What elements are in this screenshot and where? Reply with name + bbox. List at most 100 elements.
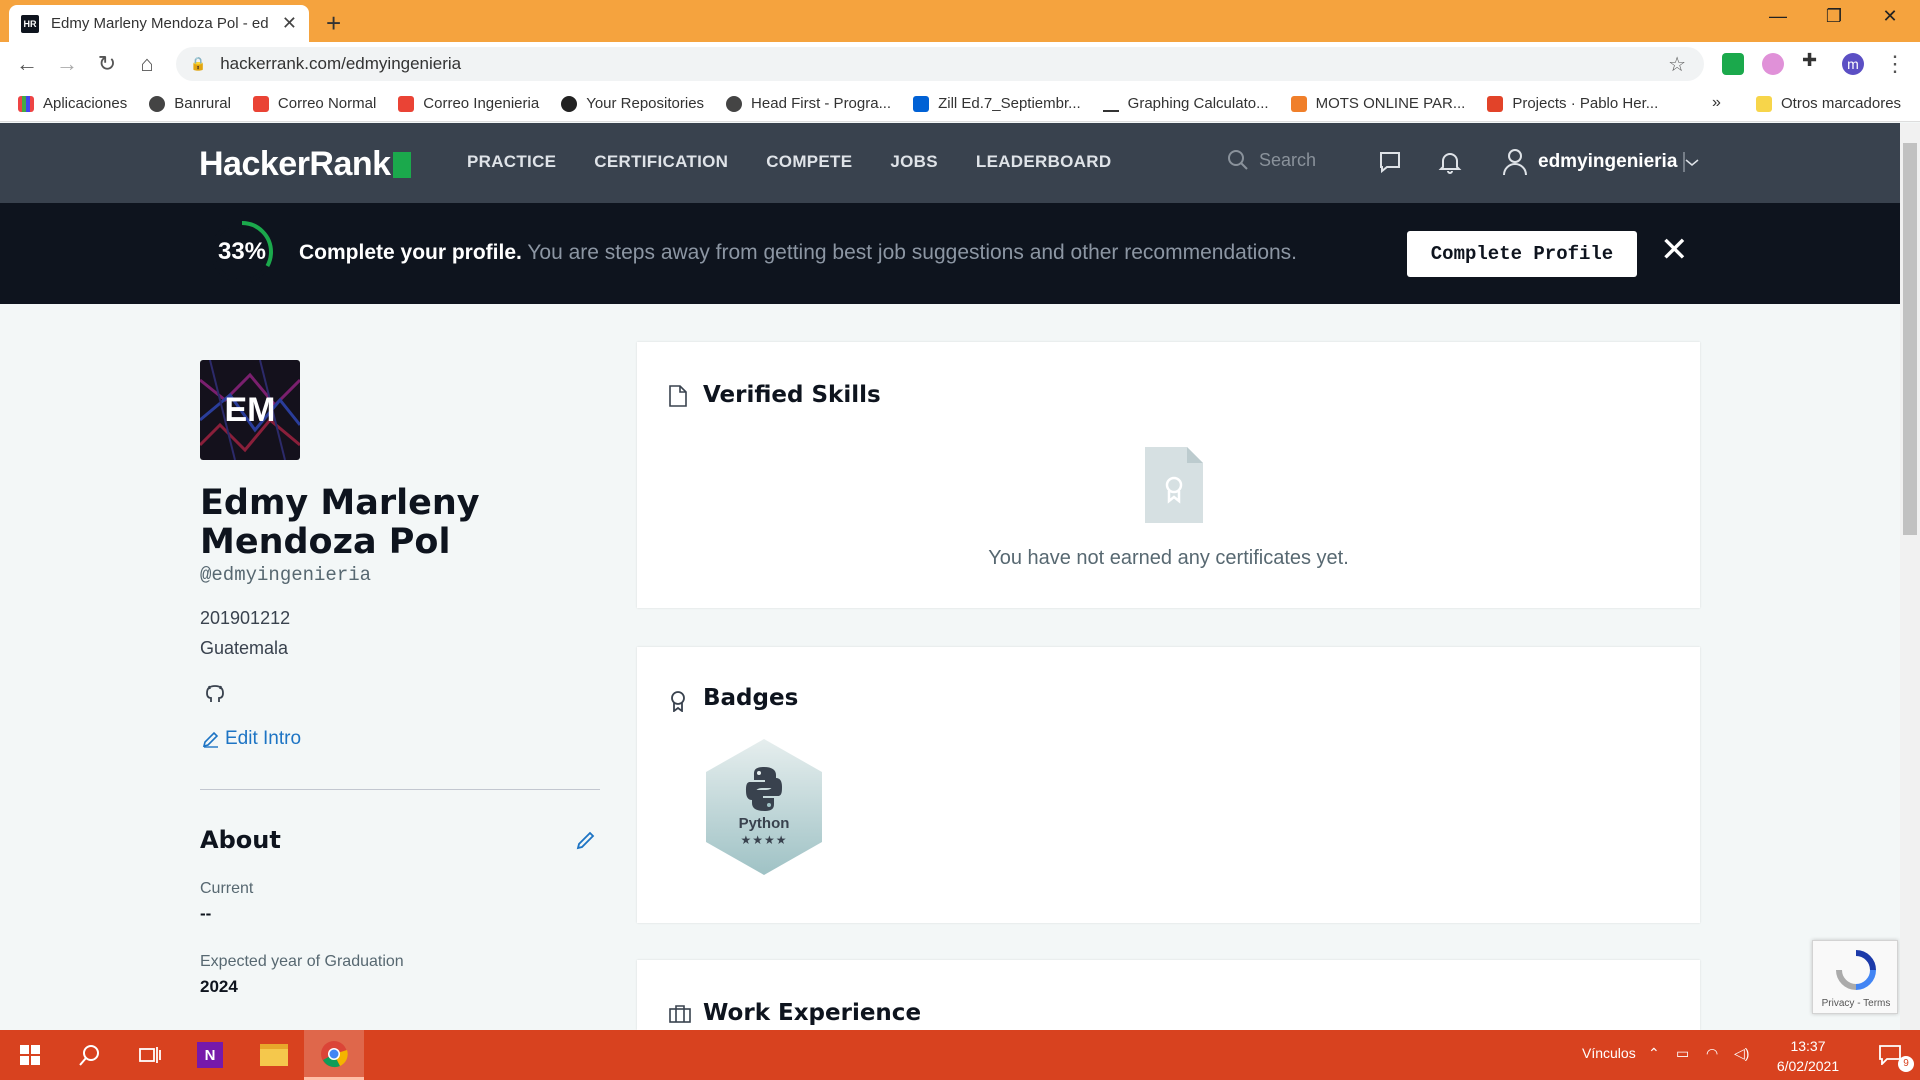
lock-icon: 🔒 <box>190 56 207 71</box>
volume-icon[interactable]: ◁) <box>1734 1045 1749 1062</box>
chrome-app[interactable] <box>304 1030 364 1080</box>
vinculos-toolbar[interactable]: Vínculos <box>1582 1045 1636 1061</box>
gitlab-icon <box>1487 95 1504 112</box>
browser-tab[interactable]: HR Edmy Marleny Mendoza Pol - ed ✕ <box>9 5 309 42</box>
close-banner-icon[interactable]: ✕ <box>1660 233 1689 267</box>
menu-compete[interactable]: COMPETE <box>766 152 852 172</box>
recaptcha-links[interactable]: Privacy - Terms <box>1813 998 1899 1009</box>
page-scrollbar[interactable] <box>1900 123 1920 1030</box>
profile-avatar[interactable]: m <box>1842 53 1864 75</box>
badge-name: Python <box>738 815 790 832</box>
back-button[interactable]: ← <box>12 51 42 77</box>
cloud-extension-icon[interactable] <box>1762 53 1784 75</box>
folder-icon <box>1756 95 1772 112</box>
profile-id: 201901212 <box>200 608 291 628</box>
current-label: Current <box>200 880 254 897</box>
verified-skills-card: Verified Skills You have not earned any … <box>637 342 1700 608</box>
extensions-puzzle-icon[interactable]: ✚ <box>1802 50 1824 72</box>
github-icon[interactable] <box>204 682 226 704</box>
scrollbar-thumb[interactable] <box>1903 143 1917 535</box>
browser-toolbar: ← → ↻ ⌂ 🔒 hackerrank.com/edmyingenieria … <box>0 42 1920 86</box>
avatar[interactable]: EM <box>200 360 300 460</box>
profile-progress: 33% <box>208 218 276 286</box>
bookmark-banrural[interactable]: Banrural <box>149 95 231 112</box>
wifi-icon[interactable]: ◠ <box>1706 1045 1718 1062</box>
profile-country: Guatemala <box>200 638 289 658</box>
bookmark-label: Banrural <box>174 95 231 112</box>
bookmark-mots[interactable]: MOTS ONLINE PAR... <box>1290 95 1466 112</box>
complete-profile-button[interactable]: Complete Profile <box>1407 231 1637 277</box>
pencil-icon <box>202 731 219 748</box>
banner-headline: Complete your profile. <box>299 241 522 264</box>
bookmark-label: MOTS ONLINE PAR... <box>1315 95 1466 112</box>
reload-button[interactable]: ↻ <box>92 51 122 77</box>
start-button[interactable] <box>0 1030 60 1080</box>
shield-extension-icon[interactable] <box>1722 53 1744 75</box>
python-badge[interactable] <box>699 737 829 877</box>
bookmark-label: Aplicaciones <box>43 95 128 112</box>
taskbar-search-button[interactable] <box>60 1030 120 1080</box>
menu-jobs[interactable]: JOBS <box>890 152 938 172</box>
progress-percent: 33% <box>217 238 267 265</box>
bookmark-head-first[interactable]: Head First - Progra... <box>726 95 891 112</box>
bookmark-label: Zill Ed.7_Septiembr... <box>938 95 1081 112</box>
bookmark-label: Correo Ingenieria <box>423 95 540 112</box>
folder-icon <box>260 1044 288 1066</box>
clock[interactable]: 13:37 6/02/2021 <box>1760 1036 1856 1076</box>
notification-count: 9 <box>1898 1056 1914 1072</box>
profile-name: Edmy Marleny Mendoza Pol <box>200 483 480 562</box>
logo-text: HackerRank <box>199 145 391 183</box>
file-explorer-app[interactable] <box>244 1030 304 1080</box>
bookmark-apps[interactable]: Aplicaciones <box>18 95 127 112</box>
new-tab-button[interactable]: + <box>326 8 341 39</box>
tab-title: Edmy Marleny Mendoza Pol - ed <box>51 15 269 32</box>
more-bookmarks-button[interactable]: » <box>1712 94 1721 112</box>
address-bar[interactable]: 🔒 hackerrank.com/edmyingenieria ☆ <box>176 47 1704 81</box>
clock-time: 13:37 <box>1790 1038 1826 1054</box>
bookmark-star-icon[interactable]: ☆ <box>1668 52 1686 77</box>
bookmark-repositories[interactable]: Your Repositories <box>561 95 704 112</box>
edit-about-pencil-icon[interactable] <box>576 830 596 850</box>
close-window-button[interactable]: ✕ <box>1860 6 1920 27</box>
windows-logo-icon <box>20 1045 40 1065</box>
action-center-button[interactable]: 9 <box>1860 1030 1920 1080</box>
menu-certification[interactable]: CERTIFICATION <box>594 152 728 172</box>
bookmark-graphing[interactable]: Graphing Calculato... <box>1102 95 1269 112</box>
bookmark-zill[interactable]: Zill Ed.7_Septiembr... <box>913 95 1081 112</box>
restore-button[interactable]: ❐ <box>1804 6 1864 27</box>
battery-icon[interactable]: ▭ <box>1676 1045 1689 1062</box>
home-button[interactable]: ⌂ <box>132 51 162 77</box>
messages-icon[interactable] <box>1378 150 1402 174</box>
tab-close-icon[interactable]: ✕ <box>282 13 297 34</box>
search-box[interactable]: Search <box>1227 149 1316 171</box>
other-bookmarks-label: Otros marcadores <box>1781 95 1902 112</box>
onenote-app[interactable]: N <box>180 1030 240 1080</box>
task-view-button[interactable] <box>120 1030 180 1080</box>
recaptcha-widget[interactable]: Privacy - Terms <box>1812 940 1898 1014</box>
bookmark-correo-normal[interactable]: Correo Normal <box>252 95 376 112</box>
other-bookmarks-folder[interactable]: Otros marcadores <box>1756 95 1901 112</box>
hackerrank-logo[interactable]: HackerRank <box>199 145 411 184</box>
about-heading: About <box>200 826 281 854</box>
notifications-bell-icon[interactable] <box>1438 150 1462 174</box>
browser-menu-icon[interactable]: ⋮ <box>1880 51 1910 77</box>
minimize-button[interactable]: — <box>1748 6 1808 27</box>
desmos-icon <box>1102 96 1119 112</box>
menu-practice[interactable]: PRACTICE <box>467 152 556 172</box>
globe-icon <box>149 95 166 112</box>
edit-intro-link[interactable]: Edit Intro <box>202 728 301 750</box>
bookmark-projects[interactable]: Projects · Pablo Her... <box>1487 95 1658 112</box>
main-menu: PRACTICE CERTIFICATION COMPETE JOBS LEAD… <box>467 152 1149 172</box>
briefcase-icon <box>669 1005 691 1023</box>
menu-leaderboard[interactable]: LEADERBOARD <box>976 152 1112 172</box>
show-hidden-icons-icon[interactable]: ⌃ <box>1648 1045 1660 1062</box>
forward-button[interactable]: → <box>52 51 82 77</box>
bookmark-label: Head First - Progra... <box>751 95 892 112</box>
gmail-icon <box>398 95 415 112</box>
mots-icon <box>1290 95 1307 112</box>
bookmark-correo-ingenieria[interactable]: Correo Ingenieria <box>398 95 539 112</box>
user-menu[interactable]: edmyingenieria <box>1502 148 1699 176</box>
chevron-down-icon <box>1683 152 1699 172</box>
badge-stars: ★★★★ <box>740 833 788 847</box>
github-icon <box>561 95 578 112</box>
